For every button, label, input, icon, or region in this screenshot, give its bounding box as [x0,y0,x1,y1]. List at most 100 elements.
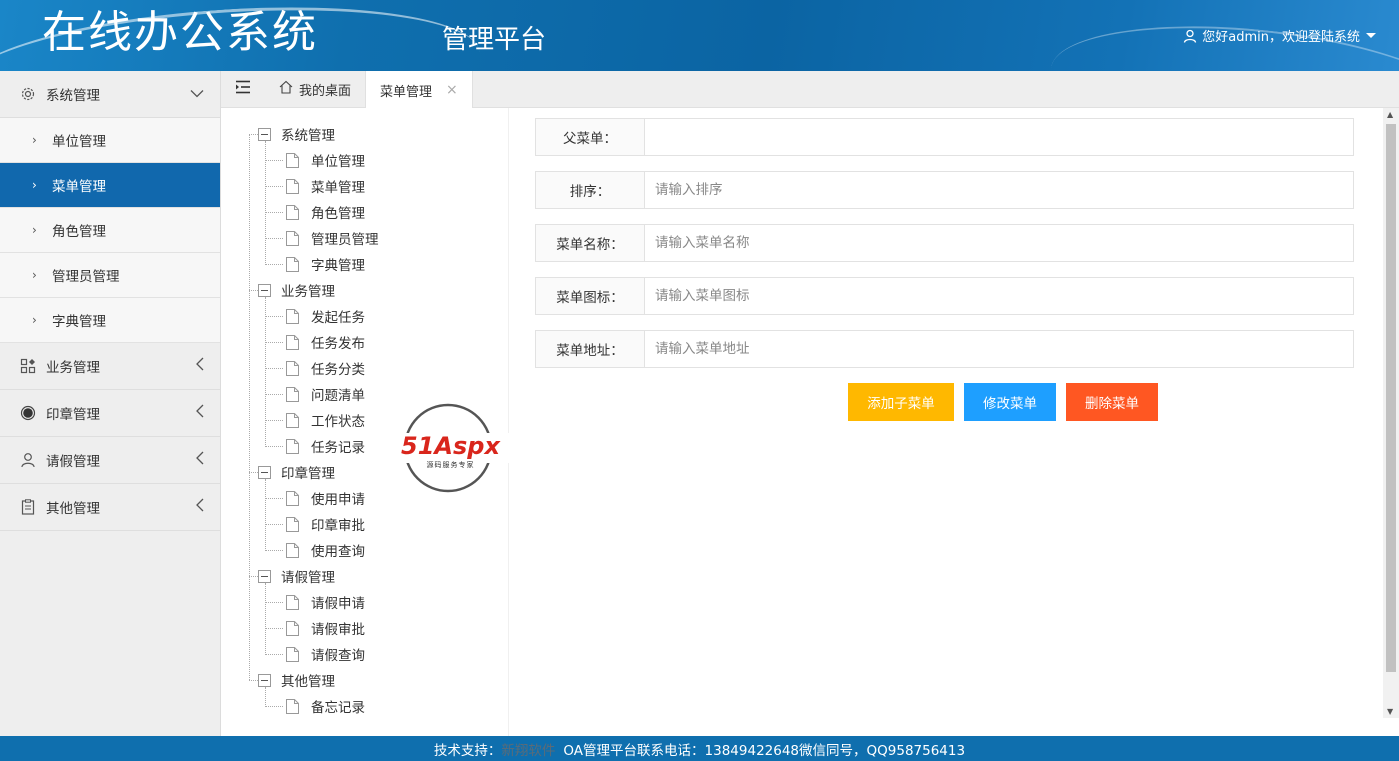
tree-leaf-label: 发起任务 [311,310,365,326]
chevron-left-icon [196,498,204,516]
tree-leaf-node[interactable]: 请假查询 [286,641,365,667]
collapse-icon[interactable] [258,465,271,479]
tree-connector [249,134,258,135]
user-greeting: 您好admin，欢迎登陆系统 [1202,30,1360,45]
tree-leaf-label: 备忘记录 [311,700,365,716]
form-actions: 添加子菜单 修改菜单 删除菜单 [848,383,1158,421]
chevron-right-icon: › [32,223,37,237]
tree-leaf-node[interactable]: 备忘记录 [286,693,365,719]
tree-connector [265,706,283,707]
tab-bar: 我的桌面 菜单管理 × [221,71,1399,109]
sidebar-group-system[interactable]: 系统管理 [0,71,220,118]
add-child-menu-button[interactable]: 添加子菜单 [848,383,954,421]
collapse-icon[interactable] [258,127,271,141]
form-row-name: 菜单名称： [535,224,1354,262]
scrollbar-thumb[interactable] [1386,124,1396,672]
tree-connector [265,316,283,317]
tree-group-node[interactable]: 其他管理 [258,667,335,693]
tree-leaf-node[interactable]: 任务记录 [286,433,365,459]
tree-leaf-label: 请假查询 [311,648,365,664]
collapse-icon[interactable] [258,673,271,687]
tree-leaf-label: 使用申请 [311,492,365,508]
tree-leaf-label: 工作状态 [311,414,365,430]
user-menu[interactable]: 您好admin，欢迎登陆系统 [1183,26,1377,45]
tree-group-node[interactable]: 请假管理 [258,563,335,589]
tab-desktop[interactable]: 我的桌面 [265,71,365,107]
sidebar-toggle-button[interactable] [221,71,265,107]
sidebar-group-business[interactable]: 业务管理 [0,343,220,390]
tree-connector [265,687,266,707]
sidebar-item-dictionary[interactable]: › 字典管理 [0,298,220,343]
tree-group-node[interactable]: 业务管理 [258,277,335,303]
tree-leaf-node[interactable]: 字典管理 [286,251,365,277]
delete-menu-button[interactable]: 删除菜单 [1066,383,1158,421]
menu-icon-field[interactable] [645,278,1353,314]
tree-leaf-node[interactable]: 使用申请 [286,485,365,511]
sidebar-group-label: 印章管理 [46,407,100,423]
sidebar-item-unit[interactable]: › 单位管理 [0,118,220,163]
tree-connector [265,297,266,447]
file-icon [286,308,299,324]
tree-group-node[interactable]: 系统管理 [258,121,335,147]
scroll-up-icon[interactable]: ▲ [1387,110,1393,119]
tree-connector [249,472,258,473]
vertical-scrollbar[interactable]: ▲ ▼ [1383,108,1399,718]
tree-connector [265,602,283,603]
tree-connector [265,479,266,551]
tree-leaf-label: 管理员管理 [311,232,379,248]
watermark-logo: 51Aspx 源码服务专家 [388,403,513,493]
sidebar-group-other[interactable]: 其他管理 [0,484,220,531]
tree-leaf-node[interactable]: 印章审批 [286,511,365,537]
form-label: 菜单地址： [536,331,645,367]
user-icon [20,452,36,468]
tree-connector [265,238,283,239]
tree-connector [265,141,266,265]
tree-connector [265,186,283,187]
tree-leaf-node[interactable]: 请假审批 [286,615,365,641]
sort-field[interactable] [645,172,1353,208]
sidebar-group-label: 其他管理 [46,501,100,517]
file-icon [286,360,299,376]
file-icon [286,204,299,220]
file-icon [286,230,299,246]
menu-name-field[interactable] [645,225,1353,261]
sidebar: 系统管理 › 单位管理 › 菜单管理 › 角色管理 › 管理员管理 › 字典管理… [0,71,221,736]
menu-url-field[interactable] [645,331,1353,367]
tree-leaf-node[interactable]: 问题清单 [286,381,365,407]
tree-leaf-node[interactable]: 管理员管理 [286,225,379,251]
tree-connector [265,394,283,395]
close-icon[interactable]: × [446,82,458,98]
sidebar-group-seal[interactable]: 印章管理 [0,390,220,437]
tree-leaf-node[interactable]: 工作状态 [286,407,365,433]
tree-group-node[interactable]: 印章管理 [258,459,335,485]
tree-leaf-node[interactable]: 使用查询 [286,537,365,563]
footer-company[interactable]: 新翔软件 [501,739,555,759]
tree-connector [265,160,283,161]
tree-leaf-node[interactable]: 菜单管理 [286,173,365,199]
sidebar-item-role[interactable]: › 角色管理 [0,208,220,253]
clipboard-icon [20,499,36,515]
scroll-down-icon[interactable]: ▼ [1387,707,1393,716]
edit-menu-button[interactable]: 修改菜单 [964,383,1056,421]
form-label: 菜单名称： [536,225,645,261]
form-label: 排序： [536,172,645,208]
tree-leaf-node[interactable]: 发起任务 [286,303,365,329]
tree-leaf-node[interactable]: 任务发布 [286,329,365,355]
chevron-right-icon: › [32,133,37,147]
tree-leaf-node[interactable]: 角色管理 [286,199,365,225]
tree-group-label: 业务管理 [281,284,335,300]
tree-leaf-label: 任务发布 [311,336,365,352]
chevron-left-icon [196,404,204,422]
tree-leaf-node[interactable]: 请假申请 [286,589,365,615]
tree-leaf-node[interactable]: 任务分类 [286,355,365,381]
tab-menu-management[interactable]: 菜单管理 × [365,71,473,109]
sidebar-item-menu[interactable]: › 菜单管理 [0,163,220,208]
user-icon [1183,29,1197,43]
collapse-icon[interactable] [258,569,271,583]
tree-leaf-node[interactable]: 单位管理 [286,147,365,173]
sidebar-item-admin[interactable]: › 管理员管理 [0,253,220,298]
parent-menu-field[interactable] [645,119,1353,155]
sidebar-group-leave[interactable]: 请假管理 [0,437,220,484]
tree-connector [265,498,283,499]
collapse-icon[interactable] [258,283,271,297]
